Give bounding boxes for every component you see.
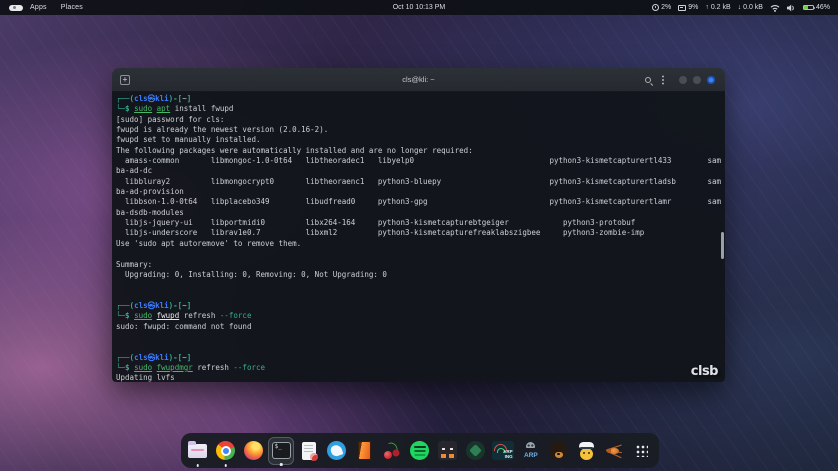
arp-robot-icon (526, 442, 535, 448)
dock-item-cherrytree[interactable] (379, 437, 405, 465)
dock-item-firefox[interactable] (240, 437, 266, 465)
running-dot (197, 464, 200, 467)
maximize-button[interactable] (693, 76, 701, 84)
pixel-cat-icon (438, 441, 457, 460)
battery-icon (803, 5, 814, 11)
top-bar: Apps Places Oct 10 10:13 PM 2% 9% ↑ 0.2 … (0, 0, 838, 15)
running-dot (280, 463, 283, 466)
dock-item-arp[interactable]: ARP (518, 437, 544, 465)
menu-kebab-icon[interactable] (662, 79, 664, 81)
cpu-gear-icon (652, 4, 659, 11)
text-editor-icon (302, 442, 316, 460)
cherry-icon (383, 442, 401, 460)
memory-icon (678, 5, 686, 11)
terminal-window: + cls@kli: ~ ┌──(cls㉿kli)-[~]└─$ sudo ap… (112, 68, 725, 382)
dock-item-pixel-cat[interactable] (435, 437, 461, 465)
spider-icon (604, 443, 624, 459)
running-dot (224, 464, 227, 467)
watermark-logo: clsb (691, 364, 718, 379)
terminal-titlebar[interactable]: + cls@kli: ~ (112, 68, 725, 92)
menu-places[interactable]: Places (61, 4, 83, 11)
net-down-value: ↓ 0.0 kB (738, 4, 763, 11)
captain-icon (578, 442, 594, 460)
dock-item-text-editor[interactable] (296, 437, 322, 465)
chrome-icon (216, 441, 235, 460)
dock: $_ ARPING ARP (181, 433, 659, 468)
door-icon (358, 441, 371, 460)
terminal-title: cls@kli: ~ (112, 75, 725, 84)
cpu-indicator[interactable]: 2% (652, 4, 671, 11)
arp-icon: ARP (521, 441, 541, 460)
app-grid-icon (635, 444, 648, 457)
wireshark-icon (327, 441, 346, 460)
zap-icon (466, 441, 485, 460)
dock-item-wireshark[interactable] (324, 437, 350, 465)
file-manager-icon (188, 444, 207, 458)
net-up-indicator[interactable]: ↑ 0.2 kB (705, 4, 730, 11)
battery-indicator[interactable]: 46% (803, 4, 830, 11)
search-icon[interactable] (645, 77, 651, 83)
dock-item-exploit-door[interactable] (351, 437, 377, 465)
memory-value: 9% (688, 4, 698, 11)
activities-pill-icon[interactable] (9, 5, 16, 11)
arping-icon: ARPING (492, 441, 514, 460)
dock-item-spider[interactable] (601, 437, 627, 465)
dock-item-zap[interactable] (462, 437, 488, 465)
arp-label: ARP (521, 452, 541, 459)
dock-item-chrome[interactable] (213, 437, 239, 465)
spotify-icon (410, 441, 429, 460)
close-button[interactable] (707, 76, 715, 84)
firefox-icon (244, 441, 263, 460)
new-tab-icon[interactable]: + (120, 75, 130, 85)
arping-label: ARPING (503, 450, 513, 459)
cpu-value: 2% (661, 4, 671, 11)
wifi-icon (770, 4, 780, 12)
dock-item-spotify[interactable] (407, 437, 433, 465)
memory-indicator[interactable]: 9% (678, 4, 698, 11)
dock-item-captain[interactable] (573, 437, 599, 465)
menu-apps[interactable]: Apps (30, 4, 47, 11)
dog-snout (555, 452, 563, 458)
captain-hat (579, 442, 594, 448)
net-down-indicator[interactable]: ↓ 0.0 kB (738, 4, 763, 11)
wifi-indicator[interactable] (770, 4, 780, 12)
dock-item-show-applications[interactable] (629, 437, 655, 465)
dock-item-file-manager[interactable] (185, 437, 211, 465)
battery-value: 46% (816, 4, 830, 11)
terminal-icon: $_ (272, 442, 291, 459)
terminal-scrollbar[interactable] (721, 232, 724, 259)
dock-item-dog[interactable] (546, 437, 572, 465)
net-up-value: ↑ 0.2 kB (705, 4, 730, 11)
dock-item-terminal[interactable]: $_ (268, 437, 294, 465)
minimize-button[interactable] (679, 76, 687, 84)
dog-icon (550, 442, 567, 459)
terminal-lines: ┌──(cls㉿kli)-[~]└─$ sudo apt install fwu… (116, 94, 721, 382)
volume-indicator[interactable] (787, 4, 796, 12)
terminal-output[interactable]: ┌──(cls㉿kli)-[~]└─$ sudo apt install fwu… (112, 92, 725, 382)
dock-item-arping[interactable]: ARPING (490, 437, 516, 465)
desktop: { "topbar": { "menu_apps": "Apps", "menu… (0, 0, 838, 471)
speaker-icon (787, 4, 796, 12)
captain-face (580, 448, 593, 460)
